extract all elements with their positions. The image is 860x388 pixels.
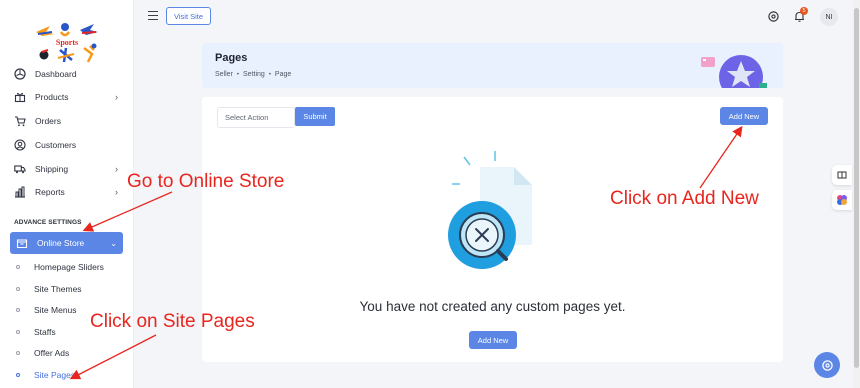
bullet-icon <box>16 351 20 355</box>
sidebar-item-label: Shipping <box>35 164 69 174</box>
logo-text: Sports <box>56 38 78 47</box>
breadcrumb-separator-icon: • <box>236 71 240 78</box>
sidebar-item-dashboard[interactable]: Dashboard <box>14 65 122 83</box>
visit-site-button[interactable]: Visit Site <box>166 7 212 25</box>
add-new-button[interactable]: Add New <box>720 107 768 125</box>
breadcrumb-item[interactable]: Seller <box>215 71 233 78</box>
chevron-right-icon: › <box>115 92 118 102</box>
chevron-right-icon: › <box>115 164 118 174</box>
annotation-click-site-pages: Click on Site Pages <box>90 311 255 332</box>
pages-content-card: Select Action Submit Add New You have no… <box>202 97 783 362</box>
sidebar-subitem-label: Site Themes <box>34 284 82 294</box>
bullet-icon <box>16 308 20 312</box>
sidebar-subitem-label: Staffs <box>34 327 56 337</box>
user-avatar[interactable]: NI <box>820 8 838 26</box>
sports-logo[interactable]: Sports <box>32 18 102 66</box>
annotation-go-online-store: Go to Online Store <box>127 171 285 192</box>
store-icon <box>16 237 28 249</box>
submit-button[interactable]: Submit <box>295 107 335 126</box>
sidebar-item-products[interactable]: Products › <box>14 88 122 106</box>
truck-icon <box>14 163 26 175</box>
bullet-icon <box>16 330 20 334</box>
customer-icon <box>14 139 26 151</box>
page-scrollbar[interactable] <box>853 0 860 388</box>
scrollbar-thumb[interactable] <box>854 8 859 368</box>
sidebar-subitem-site-menus[interactable]: Site Menus <box>16 305 77 315</box>
sidebar-subitem-site-pages[interactable]: Site Pages <box>16 370 75 380</box>
bullet-icon <box>16 265 20 269</box>
dashboard-icon <box>14 68 26 80</box>
sidebar-subitem-site-themes[interactable]: Site Themes <box>16 284 82 294</box>
sidebar-item-shipping[interactable]: Shipping › <box>14 160 122 178</box>
sidebar-item-online-store[interactable]: Online Store ⌄ <box>10 232 123 254</box>
bullet-icon <box>16 287 20 291</box>
sidebar-subitem-homepage-sliders[interactable]: Homepage Sliders <box>16 262 104 272</box>
sidebar-item-customers[interactable]: Customers <box>14 136 122 154</box>
sidebar-subitem-offer-ads[interactable]: Offer Ads <box>16 348 69 358</box>
chevron-right-icon: › <box>115 187 118 197</box>
page-header: Pages Seller • Setting • Page <box>202 43 783 88</box>
sidebar-item-label: Dashboard <box>35 69 77 79</box>
sidebar-item-orders[interactable]: Orders <box>14 112 122 130</box>
page-title: Pages <box>215 52 248 64</box>
breadcrumb: Seller • Setting • Page <box>215 71 291 78</box>
reading-mode-icon[interactable] <box>832 165 852 185</box>
sidebar-subitem-staffs[interactable]: Staffs <box>16 327 56 337</box>
annotation-click-add-new: Click on Add New <box>610 188 759 209</box>
header-illustration-icon <box>699 49 769 88</box>
sidebar-subitem-label: Offer Ads <box>34 348 70 358</box>
sidebar-item-label: Products <box>35 92 69 102</box>
hamburger-menu-icon[interactable] <box>148 11 158 20</box>
settings-fab-gear-icon[interactable] <box>814 352 840 378</box>
empty-state-illustration <box>434 147 554 277</box>
theme-palette-icon[interactable] <box>832 190 852 210</box>
breadcrumb-item[interactable]: Setting <box>243 71 265 78</box>
settings-gear-icon[interactable] <box>767 10 780 23</box>
breadcrumb-item: Page <box>274 71 292 78</box>
sidebar-item-label: Online Store <box>37 238 85 248</box>
select-action-dropdown[interactable]: Select Action <box>217 107 295 128</box>
gift-icon <box>14 91 26 103</box>
chart-icon <box>14 186 26 198</box>
sidebar-subitem-label: Site Pages <box>34 370 76 380</box>
chevron-down-icon: ⌄ <box>110 238 117 248</box>
sidebar-item-label: Customers <box>35 140 77 150</box>
sidebar-item-reports[interactable]: Reports › <box>14 183 122 201</box>
sidebar-subitem-label: Homepage Sliders <box>34 262 104 272</box>
breadcrumb-separator-icon: • <box>268 71 271 78</box>
cart-icon <box>14 115 26 127</box>
app-root: Sports Dashboard Products › Orders Custo… <box>0 0 860 388</box>
sidebar-item-label: Reports <box>35 187 65 197</box>
sidebar-item-label: Orders <box>35 116 61 126</box>
empty-state-message: You have not created any custom pages ye… <box>359 299 626 314</box>
bullet-icon <box>16 373 20 377</box>
notification-count-badge: 5 <box>800 7 808 15</box>
add-new-bottom-button[interactable]: Add New <box>469 331 517 349</box>
section-title-advance-settings: ADVANCE SETTINGS <box>14 219 82 226</box>
sidebar-subitem-label: Site Menus <box>34 305 77 315</box>
